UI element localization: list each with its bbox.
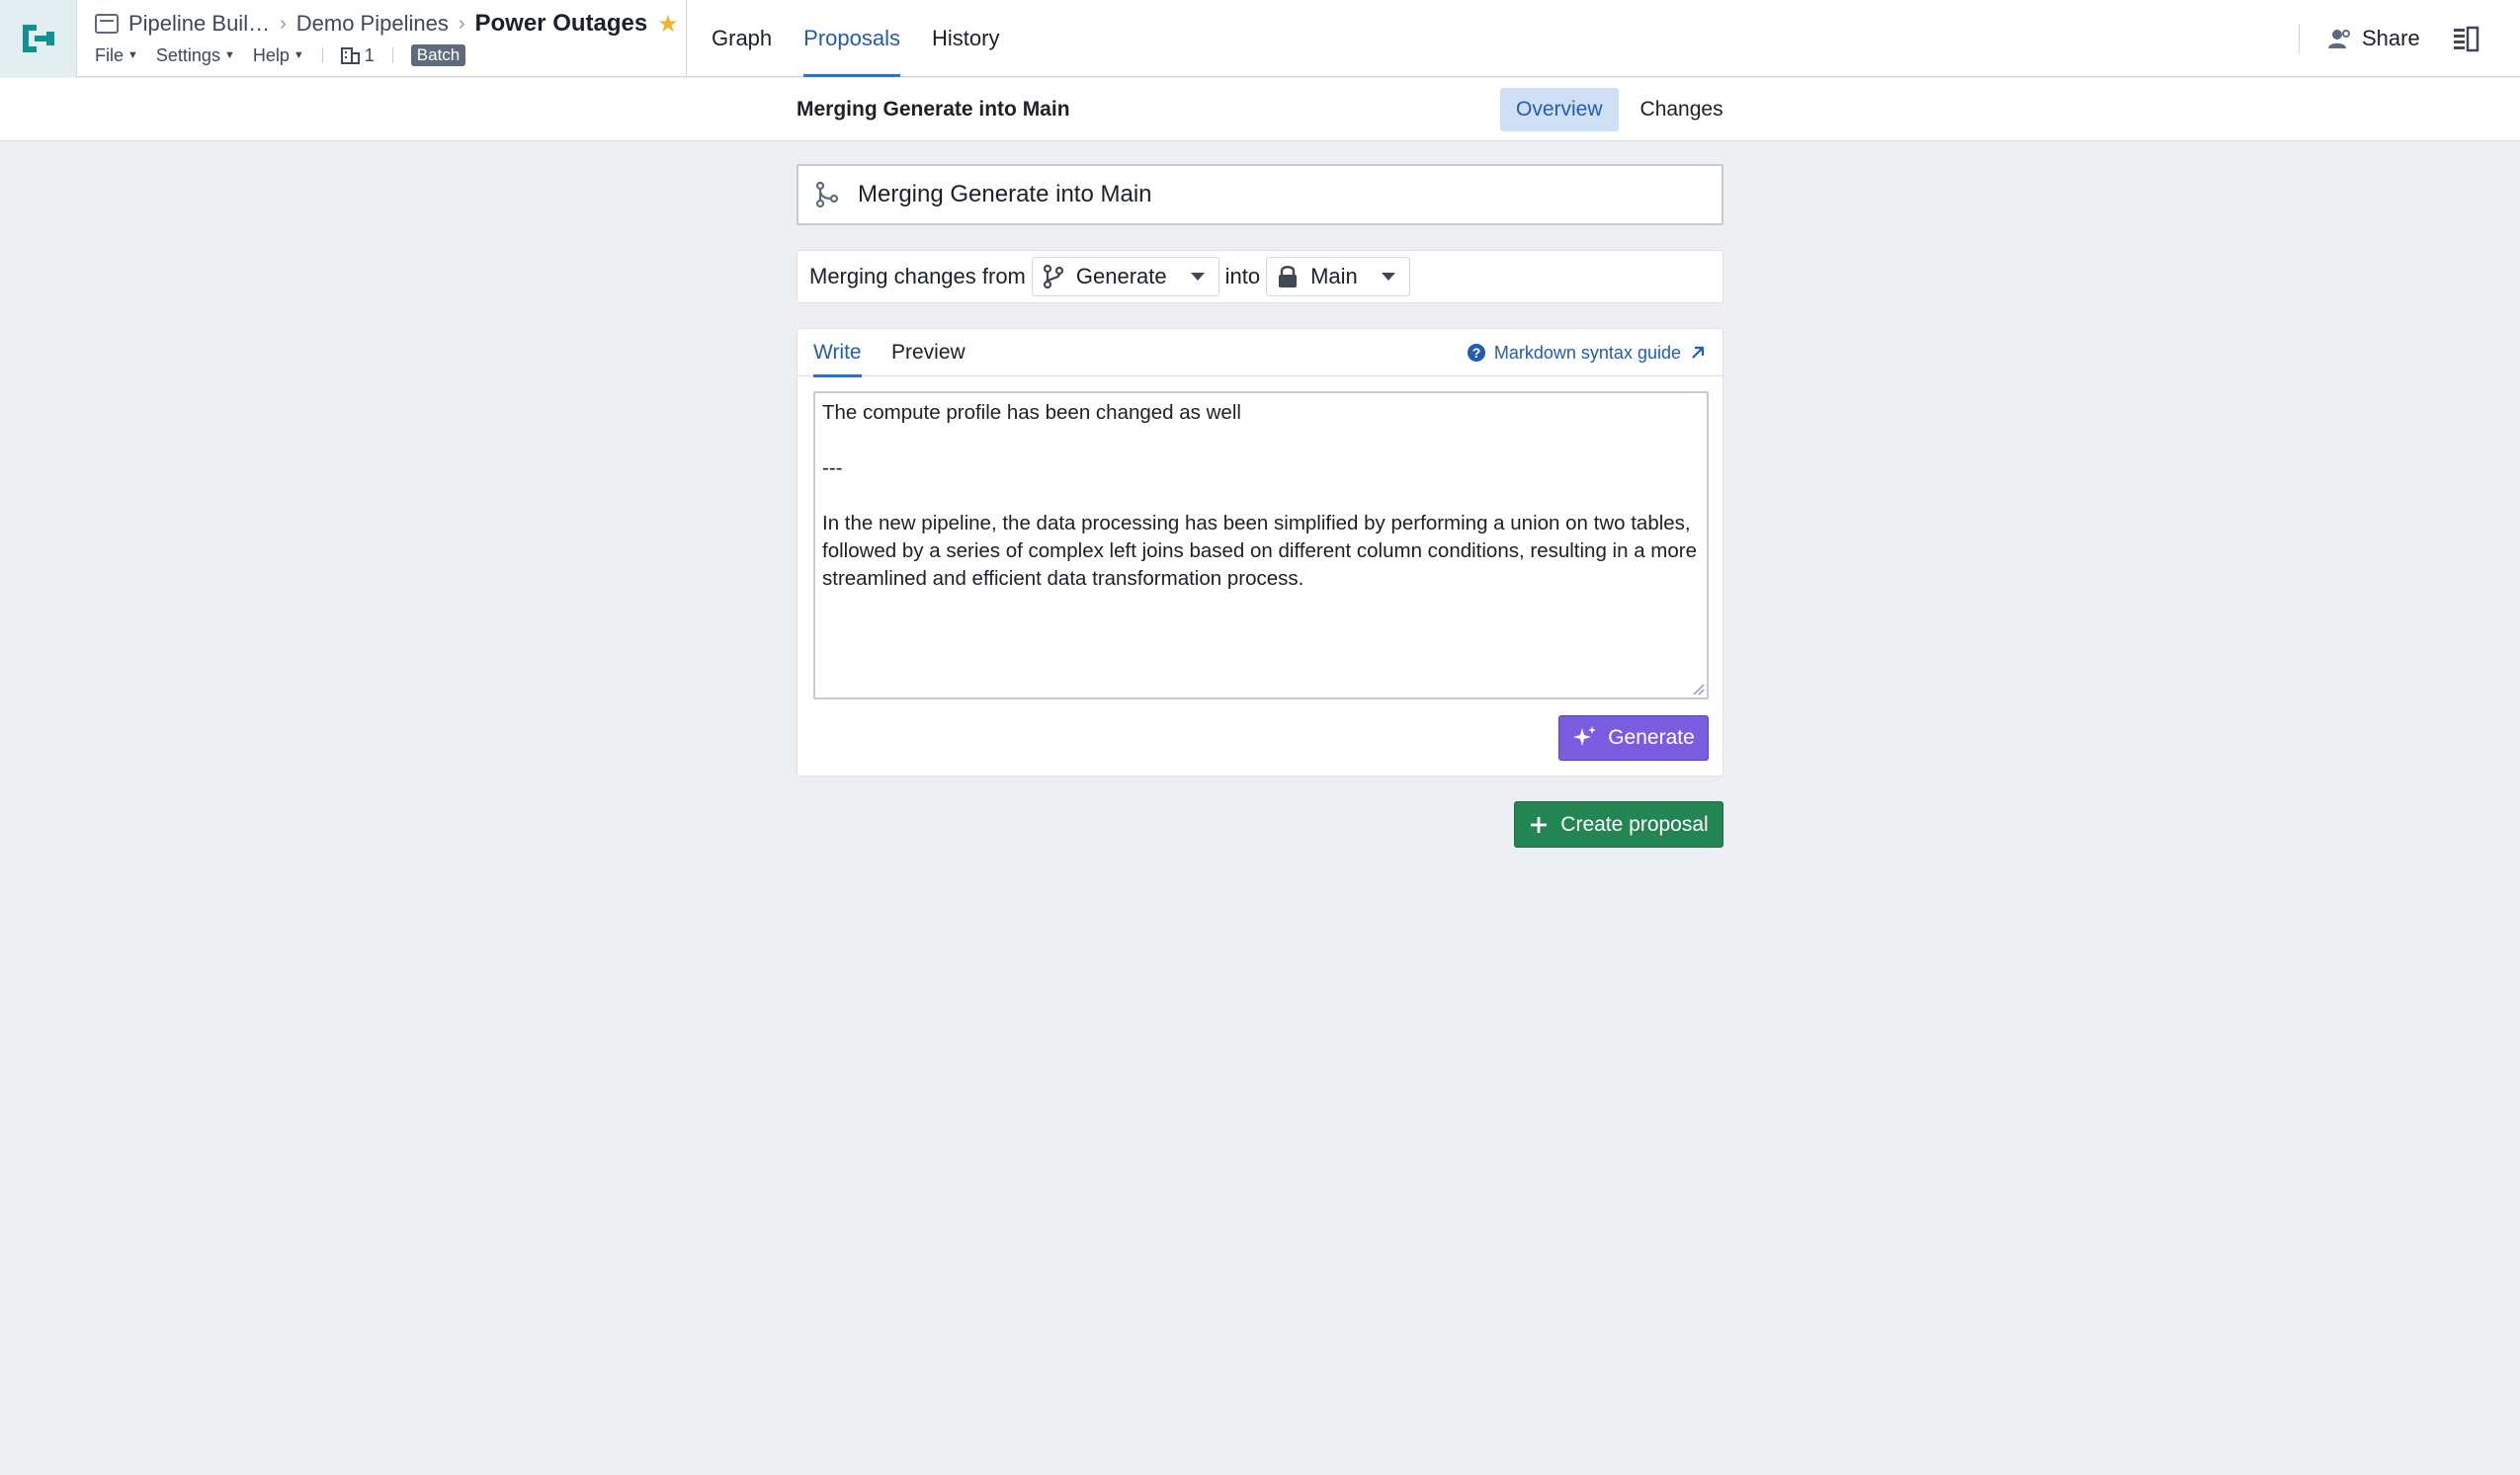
description-textarea[interactable] [815, 393, 1707, 697]
chevron-right-icon: › [458, 12, 465, 35]
git-merge-icon [815, 181, 839, 208]
git-branch-icon [1043, 264, 1063, 289]
buildings-icon [340, 47, 360, 64]
create-proposal-label: Create proposal [1560, 812, 1709, 836]
side-panel-toggle-button[interactable] [2451, 24, 2480, 53]
page-title: Power Outages [474, 10, 648, 37]
breadcrumb-item-demo-pipelines[interactable]: Demo Pipelines [296, 11, 449, 37]
tab-graph[interactable]: Graph [712, 0, 772, 77]
into-label: into [1224, 264, 1261, 288]
build-count-value: 1 [364, 44, 375, 65]
top-bar: Pipeline Buil… › Demo Pipelines › Power … [0, 0, 2520, 77]
menu-bar: File ▼ Settings ▼ Help ▼ 1 Batch [95, 43, 466, 67]
proposal-header-title: Merging Generate into Main [797, 98, 1070, 121]
top-nav-tabs: Graph Proposals History [712, 0, 999, 77]
settings-menu-label: Settings [155, 44, 220, 65]
caret-down-icon [1381, 273, 1395, 281]
description-editor: Write Preview ? Markdown syntax guide Ge… [797, 328, 1723, 777]
caret-down-icon: ▼ [127, 49, 138, 61]
file-menu-label: File [95, 44, 125, 65]
source-branch-label: Generate [1075, 264, 1167, 288]
lock-icon [1279, 266, 1298, 287]
build-count[interactable]: 1 [340, 44, 375, 66]
proposal-header: Merging Generate into Main Overview Chan… [0, 78, 2520, 141]
help-menu-label: Help [252, 44, 290, 65]
settings-menu[interactable]: Settings ▼ [156, 45, 235, 66]
user-share-icon [2328, 30, 2350, 48]
file-menu[interactable]: File ▼ [95, 45, 138, 66]
tab-changes[interactable]: Changes [1625, 88, 1739, 131]
target-branch-select[interactable]: Main [1266, 257, 1410, 296]
source-branch-select[interactable]: Generate [1031, 257, 1219, 296]
resize-handle-icon[interactable] [1691, 682, 1705, 696]
tab-overview[interactable]: Overview [1500, 88, 1619, 131]
tab-history[interactable]: History [932, 0, 999, 77]
editor-tabs: Write Preview ? Markdown syntax guide [798, 329, 1722, 377]
tab-write[interactable]: Write [813, 329, 862, 377]
caret-down-icon [1190, 273, 1205, 281]
breadcrumb-item-pipeline-builder[interactable]: Pipeline Buil… [128, 11, 270, 37]
help-icon: ? [1467, 344, 1485, 362]
share-button[interactable]: Share [2326, 20, 2420, 57]
markdown-guide-label: Markdown syntax guide [1493, 342, 1681, 363]
sparkle-icon [1573, 726, 1597, 746]
pipeline-builder-logo-icon [22, 25, 54, 52]
batch-badge: Batch [410, 44, 466, 66]
svg-text:?: ? [1472, 345, 1481, 361]
plus-icon [1531, 816, 1548, 833]
tab-preview[interactable]: Preview [891, 329, 966, 376]
divider [391, 47, 393, 63]
side-panel-icon [2454, 26, 2479, 52]
generate-button[interactable]: Generate [1558, 715, 1709, 761]
folder-icon [95, 14, 119, 34]
star-icon[interactable]: ★ [657, 10, 679, 39]
create-proposal-button[interactable]: Create proposal [1514, 801, 1723, 848]
app-logo[interactable] [0, 0, 77, 77]
divider [321, 47, 323, 63]
proposal-title-input[interactable] [858, 181, 1708, 208]
caret-down-icon: ▼ [293, 49, 304, 61]
merge-prefix-label: Merging changes from [809, 264, 1026, 288]
caret-down-icon: ▼ [223, 49, 235, 61]
breadcrumb: Pipeline Buil… › Demo Pipelines › Power … [95, 8, 679, 40]
share-label: Share [2362, 26, 2420, 50]
chevron-right-icon: › [280, 12, 287, 35]
tab-proposals[interactable]: Proposals [803, 0, 900, 77]
merge-branches-row: Merging changes from Generate into Main [797, 250, 1723, 303]
divider [686, 0, 687, 77]
proposal-view-tabs: Overview Changes [1500, 88, 1739, 131]
target-branch-label: Main [1310, 264, 1358, 288]
description-textarea-wrapper [813, 391, 1709, 699]
markdown-guide-link[interactable]: ? Markdown syntax guide [1467, 329, 1707, 376]
arrow-top-right-icon [1692, 346, 1705, 359]
divider [2299, 24, 2300, 53]
help-menu[interactable]: Help ▼ [253, 45, 304, 66]
proposal-title-field [797, 164, 1723, 225]
generate-label: Generate [1608, 726, 1695, 749]
